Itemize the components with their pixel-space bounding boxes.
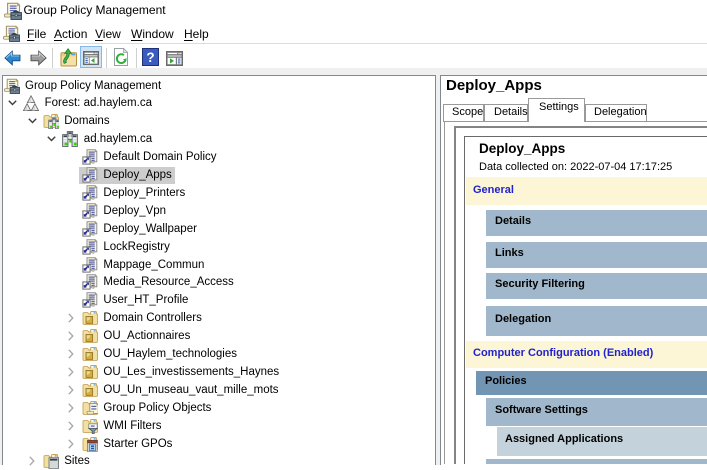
svg-text:?: ? bbox=[146, 50, 154, 65]
